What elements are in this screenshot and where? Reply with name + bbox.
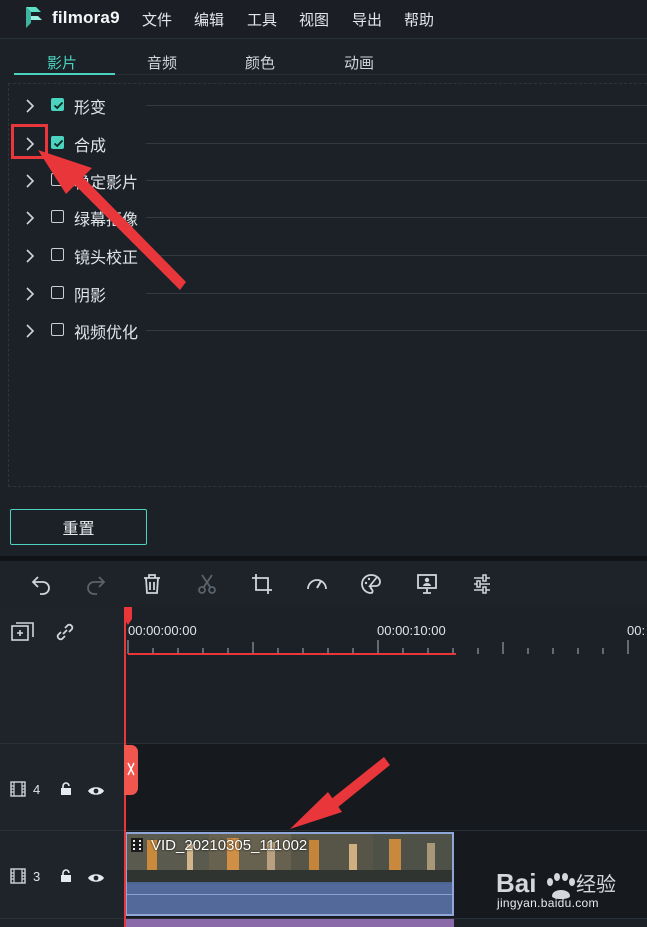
- row-separator: [146, 143, 647, 144]
- row-separator: [146, 105, 647, 106]
- tab-audio[interactable]: 音频: [147, 52, 177, 73]
- property-checkbox[interactable]: [51, 136, 64, 149]
- chevron-right-icon[interactable]: [24, 211, 36, 225]
- empty-track-area[interactable]: [124, 657, 647, 743]
- checkmark-icon: [53, 101, 64, 110]
- ruler-ticks: [127, 640, 629, 654]
- tab-color[interactable]: 颜色: [245, 52, 275, 73]
- row-separator: [146, 255, 647, 256]
- tab-divider: [115, 74, 647, 75]
- crop-icon[interactable]: [250, 572, 274, 596]
- clip-audio-waveform: [127, 884, 452, 914]
- lock-icon[interactable]: [60, 868, 72, 882]
- video-clip[interactable]: VID_20210305_111002: [125, 832, 454, 916]
- property-row[interactable]: 形变: [0, 90, 647, 122]
- property-checkbox[interactable]: [51, 210, 64, 223]
- property-label: 稳定影片: [74, 173, 139, 192]
- property-label: 形变: [74, 98, 107, 117]
- chevron-right-icon[interactable]: [24, 99, 36, 113]
- active-tab-indicator: [14, 73, 115, 75]
- track-4-lane[interactable]: [124, 744, 647, 830]
- watermark-bai: Bai: [496, 868, 536, 898]
- tab-video[interactable]: 影片: [47, 52, 77, 73]
- property-checkbox[interactable]: [51, 248, 64, 261]
- green-screen-icon[interactable]: [415, 572, 439, 596]
- color-icon[interactable]: [359, 572, 383, 596]
- property-label: 视频优化: [74, 323, 139, 342]
- property-label: 合成: [74, 136, 107, 155]
- checkmark-icon: [53, 139, 64, 148]
- audio-mixer-icon[interactable]: [470, 572, 494, 596]
- timecode-20s: 00:: [627, 623, 646, 638]
- row-separator: [146, 217, 647, 218]
- property-row[interactable]: 镜头校正: [0, 240, 647, 272]
- track-number: 3: [33, 869, 41, 884]
- menu-view[interactable]: 视图: [299, 9, 329, 30]
- work-area-bar: [128, 653, 456, 655]
- property-row[interactable]: 合成: [0, 128, 647, 160]
- property-checkbox[interactable]: [51, 173, 64, 186]
- tab-animation[interactable]: 动画: [344, 52, 374, 73]
- cut-icon[interactable]: [195, 572, 219, 596]
- edit-toolbar: [0, 561, 647, 608]
- property-checkbox[interactable]: [51, 286, 64, 299]
- lower-clip[interactable]: [125, 919, 454, 927]
- row-separator: [146, 180, 647, 181]
- track-number: 4: [33, 782, 41, 797]
- property-label: 镜头校正: [74, 248, 139, 267]
- redo-icon[interactable]: [84, 572, 108, 596]
- timecode-start: 00:00:00:00: [128, 623, 197, 638]
- menu-tools[interactable]: 工具: [247, 9, 277, 30]
- scissors-icon: [127, 762, 135, 776]
- property-label: 绿幕抠像: [74, 210, 139, 229]
- video-track-icon: [10, 868, 26, 884]
- undo-icon[interactable]: [29, 572, 53, 596]
- chevron-right-icon[interactable]: [24, 324, 36, 338]
- property-checkbox[interactable]: [51, 323, 64, 336]
- menu-file[interactable]: 文件: [142, 9, 172, 30]
- split-marker[interactable]: [124, 745, 138, 795]
- timecode-10s: 00:00:10:00: [377, 623, 446, 638]
- property-label: 阴影: [74, 286, 107, 305]
- clip-title: VID_20210305_111002: [151, 837, 308, 854]
- eye-icon[interactable]: [87, 782, 105, 795]
- property-row[interactable]: 绿幕抠像: [0, 202, 647, 234]
- lock-icon[interactable]: [60, 781, 72, 795]
- row-separator: [146, 293, 647, 294]
- link-icon[interactable]: [54, 621, 76, 643]
- video-track-icon: [10, 781, 26, 797]
- eye-icon[interactable]: [87, 869, 105, 882]
- clip-audio-level: [127, 894, 452, 895]
- property-row[interactable]: 视频优化: [0, 315, 647, 347]
- add-track-icon[interactable]: [11, 622, 35, 644]
- chevron-right-icon[interactable]: [24, 287, 36, 301]
- watermark-jingyan: 经验: [576, 872, 616, 896]
- property-row[interactable]: 稳定影片: [0, 165, 647, 197]
- highlight-box: [11, 124, 48, 159]
- chevron-right-icon[interactable]: [24, 249, 36, 263]
- playhead-handle[interactable]: [123, 607, 133, 625]
- menu-help[interactable]: 帮助: [404, 9, 434, 30]
- app-brand: filmora9: [52, 8, 120, 27]
- filmora-logo-icon: [26, 7, 42, 28]
- property-row[interactable]: 阴影: [0, 278, 647, 310]
- menu-edit[interactable]: 编辑: [194, 9, 224, 30]
- watermark-url: jingyan.baidu.com: [497, 896, 599, 910]
- property-checkbox[interactable]: [51, 98, 64, 111]
- delete-icon[interactable]: [140, 572, 164, 596]
- row-separator: [146, 330, 647, 331]
- menu-export[interactable]: 导出: [352, 9, 382, 30]
- chevron-right-icon[interactable]: [24, 174, 36, 188]
- speed-icon[interactable]: [305, 572, 329, 596]
- reset-button[interactable]: 重置: [10, 509, 147, 545]
